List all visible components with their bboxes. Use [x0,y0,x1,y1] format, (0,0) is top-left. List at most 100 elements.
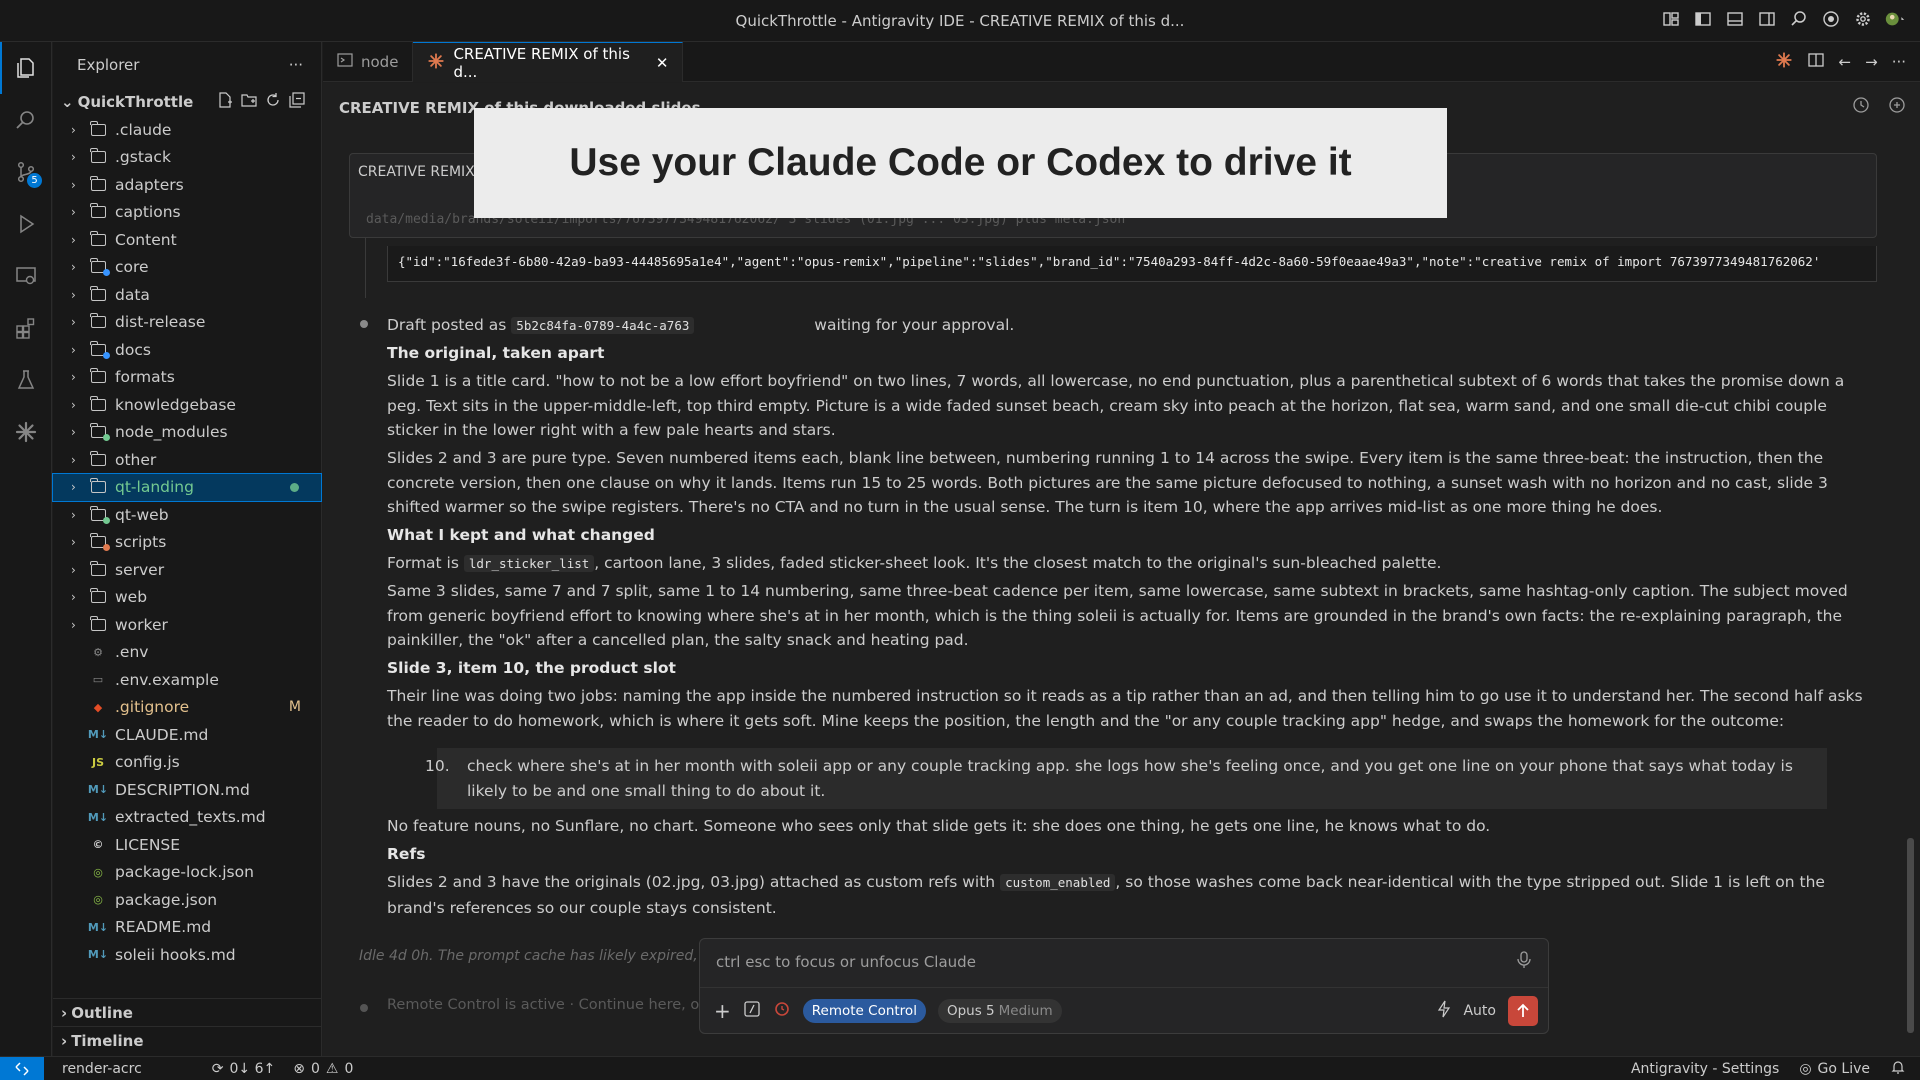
arrow-left-icon[interactable]: ← [1839,53,1852,71]
go-live-button[interactable]: ◎ Go Live [1799,1061,1870,1077]
folder-Content[interactable]: › Content [53,226,321,254]
new-file-icon[interactable] [217,92,233,112]
folder-dist-release[interactable]: › dist-release [53,309,321,337]
file-DESCRIPTION-md[interactable]: M↓ DESCRIPTION.md [53,776,321,804]
file-CLAUDE-md[interactable]: M↓ CLAUDE.md [53,721,321,749]
folder-qt-landing[interactable]: › qt-landing [52,472,322,502]
file-env-example[interactable]: ▭ .env.example [53,666,321,694]
file-extracted-texts-md[interactable]: M↓ extracted_texts.md [53,804,321,832]
git-branch[interactable]: render-acrc [62,1061,142,1077]
model-selector[interactable]: Opus 5 Medium [937,998,1062,1023]
file-config-js[interactable]: JS config.js [53,749,321,777]
file-soleii-hooks-md[interactable]: M↓ soleii hooks.md [53,941,321,969]
close-icon[interactable]: ✕ [656,54,669,72]
remote-control-pill[interactable]: Remote Control [802,998,926,1023]
tool-call-label: CREATIVE REMIX [358,164,475,180]
file-package-json[interactable]: ◎ package.json [53,886,321,914]
browser-icon[interactable] [1820,8,1842,30]
file-LICENSE[interactable]: © LICENSE [53,831,321,859]
outline-label: Outline [71,1003,133,1022]
claude-spark-icon [427,52,445,74]
more-actions-icon[interactable]: ··· [289,56,303,74]
extensions-icon[interactable] [0,302,52,354]
folder-captions[interactable]: › captions [53,199,321,227]
more-actions-icon[interactable]: ··· [1892,53,1906,71]
scrollbar-thumb[interactable] [1907,838,1914,1033]
folder-icon [89,230,107,247]
add-icon[interactable]: + [714,999,731,1023]
warning-icon: ⚠ [325,1060,339,1077]
search-icon[interactable] [1788,8,1810,30]
draft-id[interactable]: 5b2c84fa-0789-4a4c-a763 [511,317,695,334]
problems-status[interactable]: ⊗ 0 ⚠ 0 [293,1061,353,1077]
tab-creative-remix[interactable]: CREATIVE REMIX of this d... ✕ [413,42,684,82]
folder-worker[interactable]: › worker [53,611,321,639]
prompt-input[interactable]: ctrl esc to focus or unfocus Claude [716,953,976,971]
folder-scripts[interactable]: › scripts [53,529,321,557]
outline-section[interactable]: › Outline [53,998,321,1026]
tab-node[interactable]: node [323,42,414,82]
mode-selector[interactable]: Auto [1463,1003,1496,1019]
history-icon[interactable] [1852,96,1870,118]
folder-dot-gstack[interactable]: › .gstack [53,144,321,172]
settings-status[interactable]: Antigravity - Settings [1631,1061,1779,1077]
chat-panel: CREATIVE REMIX of this downloaded slides… [323,83,1920,1056]
folder-label: adapters [115,175,184,194]
tool-output: {"id":"16fede3f-6b80-42a9-ba93-44485695a… [387,246,1877,282]
folder-data[interactable]: › data [53,281,321,309]
folder-docs[interactable]: › docs [53,336,321,364]
run-debug-icon[interactable] [0,198,52,250]
file-gitignore[interactable]: ◆ .gitignore M [53,694,321,722]
arrow-right-icon[interactable]: → [1865,53,1878,71]
claude-spark-icon[interactable] [0,406,52,458]
sync-counts: 0↓ 6↑ [229,1060,276,1077]
search-view-icon[interactable] [0,94,52,146]
folder-other[interactable]: › other [53,446,321,474]
microphone-icon[interactable] [1516,951,1532,973]
draft-status: Draft posted as 5b2c84fa-0789-4a4c-a763 … [387,313,1877,339]
folder-label: web [115,588,148,607]
sync-status[interactable]: ⟳ 0↓ 6↑ [212,1061,275,1077]
folder-label: dist-release [115,313,206,332]
customize-layout-icon[interactable] [1660,8,1682,30]
chevron-right-icon: › [71,177,76,192]
file-package-lock-json[interactable]: ◎ package-lock.json [53,859,321,887]
workspace-root[interactable]: ⌄ QuickThrottle [53,88,321,116]
folder-core[interactable]: › core [53,254,321,282]
collapse-all-icon[interactable] [289,92,305,112]
send-button[interactable] [1508,995,1538,1026]
new-folder-icon[interactable] [241,92,257,112]
account-avatar-icon[interactable] [1884,8,1906,30]
split-editor-icon[interactable] [1807,51,1825,73]
file-list: ⚙ .env ▭ .env.example ◆ .gitignore M M↓ CLAUDE.m… [53,639,321,969]
toggle-secondary-sidebar-icon[interactable] [1756,8,1778,30]
file-env[interactable]: ⚙ .env [53,639,321,667]
toggle-primary-sidebar-icon[interactable] [1692,8,1714,30]
folder-adapters[interactable]: › adapters [53,171,321,199]
bell-icon[interactable] [1890,1059,1906,1079]
testing-flask-icon[interactable] [0,354,52,406]
folder-web[interactable]: › web [53,584,321,612]
timeline-section[interactable]: › Timeline [53,1026,321,1054]
slash-command-icon[interactable] [743,1000,761,1022]
claude-spark-icon[interactable] [1775,51,1793,73]
file-icon: M↓ [87,810,109,824]
folder-qt-web[interactable]: › qt-web [53,501,321,529]
new-chat-icon[interactable] [1888,96,1906,118]
file-icon: ⚙ [93,645,103,659]
remote-explorer-icon[interactable] [0,250,52,302]
heading-kept: What I kept and what changed [387,523,1877,548]
explorer-icon[interactable] [0,42,52,94]
refresh-icon[interactable] [265,92,281,112]
chevron-right-icon: › [71,397,76,412]
settings-gear-icon[interactable] [1852,8,1874,30]
folder-node_modules[interactable]: › node_modules [53,419,321,447]
remote-indicator-icon[interactable] [0,1056,44,1080]
folder-knowledgebase[interactable]: › knowledgebase [53,391,321,419]
folder-formats[interactable]: › formats [53,364,321,392]
folder-server[interactable]: › server [53,556,321,584]
toggle-panel-icon[interactable] [1724,8,1746,30]
file-README-md[interactable]: M↓ README.md [53,914,321,942]
source-control-icon[interactable]: 5 [0,146,52,198]
folder-dot-claude[interactable]: › .claude [53,116,321,144]
